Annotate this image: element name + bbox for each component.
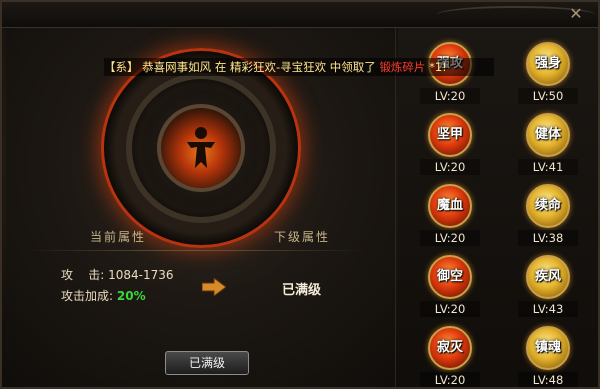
skill-slot[interactable]: 健体 LV:41	[500, 107, 596, 179]
skill-orb[interactable]: 坚甲	[428, 113, 472, 157]
wheel-core-emblem[interactable]	[157, 104, 245, 192]
skill-orb[interactable]: 寂灭	[428, 326, 472, 370]
skill-panel: 强攻 LV:20 强身 LV:50 坚甲 LV:20 健体 LV:41 魔血 L…	[398, 28, 598, 387]
skill-orb[interactable]: 健体	[526, 113, 570, 157]
skill-level: LV:38	[518, 230, 578, 246]
cultivation-window: ✕ 当前属性 下级属性 攻 击: 1084-1736 攻击加成: 20% 已满级	[0, 0, 600, 389]
arrow-right-icon	[202, 278, 226, 296]
skill-orb[interactable]: 御空	[428, 255, 472, 299]
skill-slot[interactable]: 续命 LV:38	[500, 178, 596, 250]
skill-level: LV:20	[420, 301, 480, 317]
skill-orb[interactable]: 镇魂	[526, 326, 570, 370]
skill-slot[interactable]: 镇魂 LV:48	[500, 320, 596, 387]
attack-label: 攻 击:	[61, 268, 105, 282]
attack-bonus-label: 攻击加成:	[61, 289, 114, 303]
skill-slot[interactable]: 疾风 LV:43	[500, 249, 596, 321]
skill-orb[interactable]: 魔血	[428, 184, 472, 228]
skill-level: LV:41	[518, 159, 578, 175]
attribute-panel: 当前属性 下级属性 攻 击: 1084-1736 攻击加成: 20% 已满级	[6, 28, 396, 387]
broadcast-player: 恭喜网事如风	[142, 60, 212, 74]
skill-slot[interactable]: 魔血 LV:20	[402, 178, 498, 250]
window-top-ornament	[2, 2, 598, 28]
max-level-button[interactable]: 已满级	[165, 351, 249, 375]
broadcast-text: 在 精彩狂欢-寻宝狂欢 中领取了	[214, 60, 376, 74]
attribute-divider	[26, 250, 366, 251]
skill-level: LV:48	[518, 372, 578, 387]
skill-level: LV:20	[420, 159, 480, 175]
attack-value: 1084-1736	[108, 268, 174, 282]
attack-bonus-stat: 攻击加成: 20%	[61, 287, 146, 304]
skill-level: LV:20	[420, 88, 480, 104]
close-icon[interactable]: ✕	[566, 4, 586, 24]
skill-level: LV:50	[518, 88, 578, 104]
skill-level: LV:20	[420, 372, 480, 387]
skill-slot[interactable]: 坚甲 LV:20	[402, 107, 498, 179]
skill-orb[interactable]: 强身	[526, 42, 570, 86]
system-tag: 【系】	[104, 60, 139, 74]
skill-slot[interactable]: 强身 LV:50	[500, 36, 596, 108]
attack-bonus-value: 20%	[116, 289, 146, 303]
skill-slot[interactable]: 御空 LV:20	[402, 249, 498, 321]
cultivation-wheel	[101, 48, 301, 248]
attack-stat: 攻 击: 1084-1736	[61, 266, 174, 283]
skill-slot[interactable]: 寂灭 LV:20	[402, 320, 498, 387]
skill-level: LV:43	[518, 301, 578, 317]
next-attributes-header: 下级属性	[274, 230, 331, 244]
broadcast-suffix: *1!	[429, 60, 447, 74]
skill-orb[interactable]: 疾风	[526, 255, 570, 299]
broadcast-item: 锻炼碎片	[379, 60, 426, 74]
current-attributes-header: 当前属性	[90, 230, 147, 244]
skill-orb[interactable]: 续命	[526, 184, 570, 228]
warrior-silhouette-icon	[187, 127, 215, 168]
system-broadcast: 【系】 恭喜网事如风 在 精彩狂欢-寻宝狂欢 中领取了 锻炼碎片 *1!	[104, 58, 494, 76]
skill-level: LV:20	[420, 230, 480, 246]
next-level-status: 已满级	[282, 283, 322, 298]
